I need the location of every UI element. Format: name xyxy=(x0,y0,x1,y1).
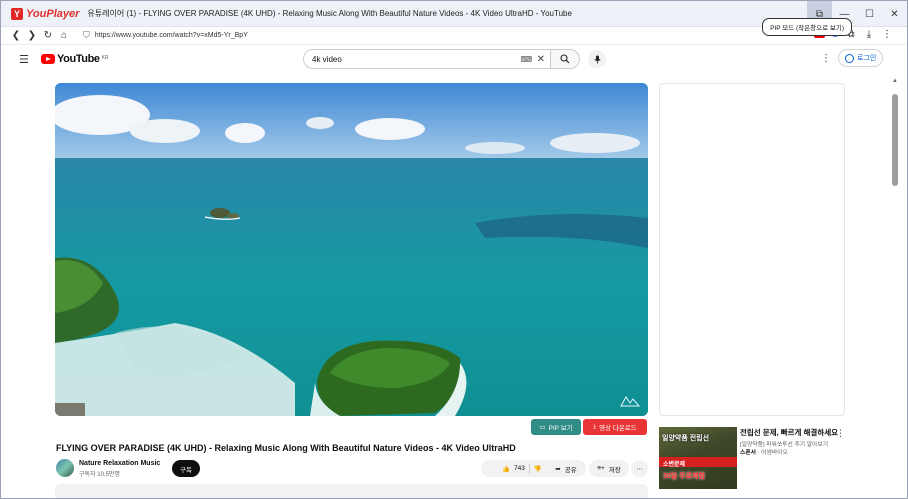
video-player[interactable] xyxy=(55,83,648,416)
channel-avatar[interactable] xyxy=(56,459,74,477)
shield-icon: ⛉ xyxy=(83,30,90,40)
search-input[interactable]: 4k video ⌨ ✕ xyxy=(303,49,551,69)
share-button[interactable]: ➦ 공유 xyxy=(546,460,586,477)
sponsor-name: 어썸바이오 xyxy=(761,450,788,456)
ad-thumbnail-line3: 30일 무료체험 xyxy=(663,473,705,480)
microphone-icon[interactable] xyxy=(588,50,606,68)
channel-name[interactable]: Nature Relaxation Music xyxy=(79,460,160,467)
region-label: KR xyxy=(101,55,109,61)
page-scrollbar[interactable]: ▲ xyxy=(888,72,906,498)
scroll-up-icon[interactable]: ▲ xyxy=(892,78,898,84)
youtube-header: ☰ YouTube KR 4k video ⌨ ✕ ⋮ 로그인 xyxy=(1,46,907,72)
home-icon[interactable]: ⌂ xyxy=(57,29,71,43)
app-logo-icon: Y xyxy=(11,7,23,20)
video-frame xyxy=(55,83,648,416)
save-button[interactable]: ≡+ 저장 xyxy=(589,460,629,477)
subscribe-button[interactable]: 구독 xyxy=(172,460,200,477)
more-actions-icon[interactable]: ⋯ xyxy=(631,460,648,477)
video-title: FLYING OVER PARADISE (4K UHD) - Relaxing… xyxy=(56,443,516,453)
hamburger-menu-icon[interactable]: ☰ xyxy=(19,53,31,66)
close-button[interactable]: ✕ xyxy=(882,1,907,27)
ad-thumbnail-line2: 소변문제 xyxy=(663,462,686,468)
youtube-logo-text: YouTube xyxy=(57,53,100,65)
search-icon xyxy=(560,54,570,64)
sidebar-ad-box xyxy=(659,83,845,416)
scrollbar-thumb[interactable] xyxy=(892,94,898,186)
app-name: YouPlayer xyxy=(26,7,80,20)
settings-more-icon[interactable]: ⋮ xyxy=(821,53,831,64)
youtube-logo[interactable]: YouTube KR xyxy=(41,53,109,65)
share-label: 공유 xyxy=(564,466,577,474)
video-download-button[interactable]: ⤓ 영상 다운로드 xyxy=(583,419,647,435)
account-icon xyxy=(845,53,854,63)
ad-sponsor: 스폰서 · 어썸바이오 xyxy=(740,450,788,456)
share-icon: ➦ xyxy=(555,465,561,473)
window-title: 유튜레이어 (1) - FLYING OVER PARADISE (4K UHD… xyxy=(87,9,572,18)
search-query: 4k video xyxy=(312,54,342,64)
pip-view-button[interactable]: ▭ PIP 보기 xyxy=(531,419,581,435)
playlist-add-icon: ≡+ xyxy=(597,465,605,472)
ad-title[interactable]: 전립선 문제, 빠르게 해결하세요 xyxy=(740,427,838,438)
description-box[interactable] xyxy=(55,484,648,498)
save-label: 저장 xyxy=(608,466,621,474)
ad-more-icon[interactable]: ⋮ xyxy=(836,428,845,439)
video-download-label: 영상 다운로드 xyxy=(599,425,637,432)
login-label: 로그인 xyxy=(857,55,877,62)
forward-icon[interactable]: ❯ xyxy=(25,29,39,43)
like-count[interactable]: 743 xyxy=(514,465,525,472)
subscriber-count: 구독자 10.5만명 xyxy=(79,472,120,478)
ad-thumbnail[interactable]: 일양약품 전립선 소변문제 30일 무료체험 xyxy=(659,427,737,489)
search-button[interactable] xyxy=(550,49,580,69)
more-vert-icon[interactable]: ⋮ xyxy=(881,28,893,40)
clear-search-icon[interactable]: ✕ xyxy=(537,54,545,65)
app-logo: Y YouPlayer xyxy=(11,7,80,20)
download-icon: ⤓ xyxy=(593,423,597,430)
keyboard-icon[interactable]: ⌨ xyxy=(520,55,532,64)
dislike-icon[interactable]: 👎 xyxy=(534,465,542,473)
like-divider xyxy=(528,463,530,474)
back-icon[interactable]: ❮ xyxy=(9,29,23,43)
url-field[interactable]: ⛉ https://www.youtube.com/watch?v=xMd5-Y… xyxy=(83,30,248,41)
sponsor-label: 스폰서 xyxy=(740,450,756,456)
reload-icon[interactable]: ↻ xyxy=(41,29,55,43)
download-icon[interactable]: ⤓ xyxy=(863,28,875,40)
pip-icon: ▭ xyxy=(539,424,546,431)
app-window: Y YouPlayer 유튜레이어 (1) - FLYING OVER PARA… xyxy=(0,0,908,499)
maximize-button[interactable]: ☐ xyxy=(857,1,882,27)
url-text: https://www.youtube.com/watch?v=xMd5-Yr_… xyxy=(94,32,248,39)
ad-thumbnail-line1: 일양약품 전립선 xyxy=(662,435,710,442)
youtube-play-icon xyxy=(41,54,55,64)
pip-tooltip: PIP 모드 (작은창으로 보기) xyxy=(762,18,852,36)
like-icon[interactable]: 👍 xyxy=(502,465,510,473)
pip-view-label: PIP 보기 xyxy=(548,425,573,432)
login-button[interactable]: 로그인 xyxy=(838,49,884,67)
video-watermark-icon xyxy=(620,394,640,408)
